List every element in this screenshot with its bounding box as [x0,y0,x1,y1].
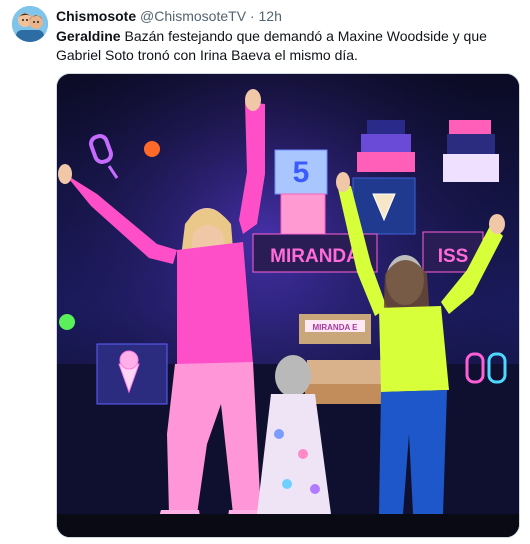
avatar-image [12,6,48,42]
neon-sign-text: MIRANDA [270,246,360,267]
neon-dot-orange [144,141,160,157]
tweet-media[interactable]: 5 MIRANDA ISS MIRANDA E [56,73,520,538]
party-photo: 5 MIRANDA ISS MIRANDA E [57,74,519,537]
tweet[interactable]: Chismosote @ChismosoteTV · 12h Geraldine… [0,0,530,544]
cake-banner: MIRANDA E [312,323,358,332]
cake-number: 5 [293,156,310,189]
tweet-text-bold: Geraldine [56,28,121,44]
separator-dot: · [249,8,255,24]
timestamp[interactable]: 12h [259,8,282,24]
tweet-text-body: Bazán festejando que demandó a Maxine Wo… [56,28,487,63]
tweet-header: Chismosote @ChismosoteTV · 12h [56,7,282,25]
tweet-text: Geraldine Bazán festejando que demandó a… [56,27,516,65]
display-name[interactable]: Chismosote [56,8,136,24]
user-handle[interactable]: @ChismosoteTV [140,8,246,24]
avatar[interactable] [12,6,48,42]
neon-dot-green [59,314,75,330]
neon-sign-text-right: ISS [438,246,469,267]
